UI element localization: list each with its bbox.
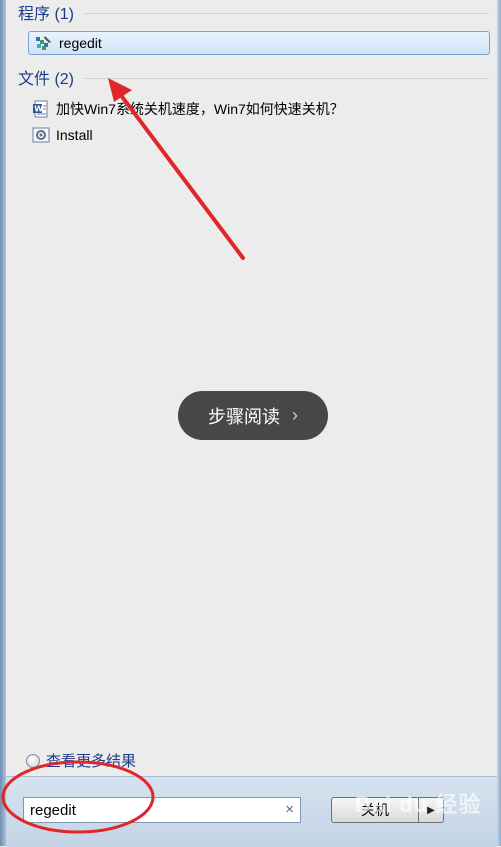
- clear-search-icon[interactable]: ×: [285, 801, 294, 818]
- group-header-files: 文件 (2): [18, 65, 489, 89]
- result-item-label: regedit: [59, 35, 102, 51]
- see-more-results-link[interactable]: 查看更多结果: [26, 750, 136, 771]
- start-menu-bottom-bar: × 关机 ▶ Bai du 经验: [6, 776, 497, 847]
- chevron-right-icon: ›: [292, 405, 298, 425]
- settings-file-icon: [32, 126, 50, 144]
- group-header-programs: 程序 (1): [18, 0, 489, 24]
- result-item-install[interactable]: Install: [32, 124, 93, 146]
- more-results-bullet-icon: [26, 753, 40, 768]
- baidu-watermark: Bai du 经验: [355, 792, 482, 817]
- read-steps-button[interactable]: 步骤阅读 ›: [178, 391, 328, 440]
- svg-text:W: W: [34, 105, 43, 114]
- word-document-icon: W: [32, 100, 50, 118]
- result-item-label: Install: [56, 127, 93, 143]
- regedit-icon: [35, 34, 53, 52]
- search-input[interactable]: [24, 800, 262, 820]
- result-item-regedit[interactable]: regedit: [28, 31, 490, 55]
- group-title-programs[interactable]: 程序 (1): [18, 0, 74, 24]
- group-divider: [84, 77, 489, 79]
- read-steps-label: 步骤阅读: [208, 406, 280, 427]
- result-item-document[interactable]: W 加快Win7系统关机速度，Win7如何快速关机？: [32, 98, 344, 120]
- group-divider: [84, 12, 489, 14]
- group-title-files[interactable]: 文件 (2): [18, 65, 74, 89]
- search-box[interactable]: ×: [23, 797, 301, 823]
- search-results-pane: 程序 (1) regedit 文件 (2) W 加快Win7系统关机速度，Win…: [6, 0, 497, 776]
- window-frame-right: [497, 0, 501, 846]
- see-more-results-label: 查看更多结果: [46, 753, 137, 770]
- result-item-label: 加快Win7系统关机速度，Win7如何快速关机？: [56, 101, 344, 117]
